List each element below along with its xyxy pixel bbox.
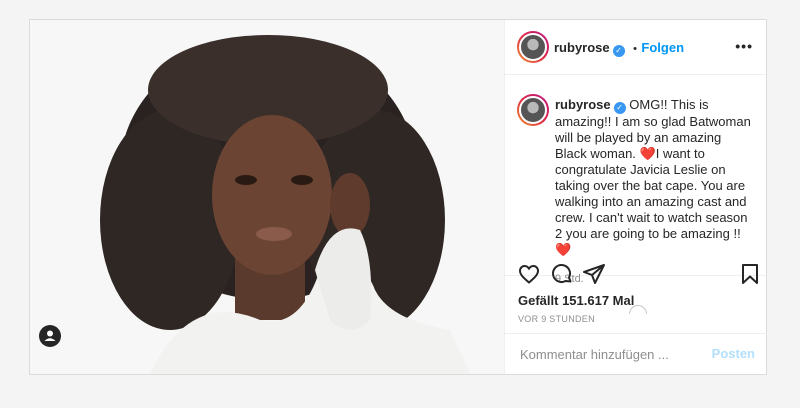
post-date: VOR 9 STUNDEN: [518, 314, 595, 324]
caption-text: OMG!! This is amazing!! I am so glad Bat…: [555, 97, 751, 257]
post-sidebar: rubyrose ✓ • Folgen ••• rubyrose ✓ OMG!! T…: [504, 20, 767, 374]
post-image[interactable]: [30, 20, 504, 374]
heart-icon[interactable]: [517, 262, 541, 286]
comment-box: Posten: [505, 333, 767, 374]
caption-avatar[interactable]: [517, 94, 549, 126]
post-header: rubyrose ✓ • Folgen •••: [505, 20, 766, 75]
header-username[interactable]: rubyrose: [554, 40, 610, 55]
instagram-post: rubyrose ✓ • Folgen ••• rubyrose ✓ OMG!! T…: [29, 19, 767, 375]
bookmark-icon[interactable]: [738, 262, 762, 286]
caption-username[interactable]: rubyrose: [555, 97, 611, 112]
header-user-row: rubyrose ✓ • Folgen: [554, 39, 684, 57]
verified-badge-icon: ✓: [612, 45, 625, 57]
like-count[interactable]: Gefällt 151.617 Mal: [518, 293, 634, 308]
verified-badge-icon: ✓: [613, 102, 626, 114]
share-icon[interactable]: [582, 262, 606, 286]
portrait-photo: [30, 20, 504, 374]
comments-area: rubyrose ✓ OMG!! This is amazing!! I am s…: [505, 75, 766, 314]
more-options-icon[interactable]: •••: [735, 38, 753, 54]
avatar[interactable]: [517, 31, 549, 63]
follow-button[interactable]: Folgen: [641, 40, 684, 55]
comment-icon[interactable]: [550, 262, 574, 286]
tagged-user-icon[interactable]: [39, 325, 61, 347]
post-comment-button[interactable]: Posten: [712, 346, 755, 361]
follow-separator: •: [633, 43, 637, 55]
caption: rubyrose ✓ OMG!! This is amazing!! I am s…: [555, 97, 755, 258]
comment-input[interactable]: [518, 346, 712, 363]
action-bar: [505, 262, 767, 290]
